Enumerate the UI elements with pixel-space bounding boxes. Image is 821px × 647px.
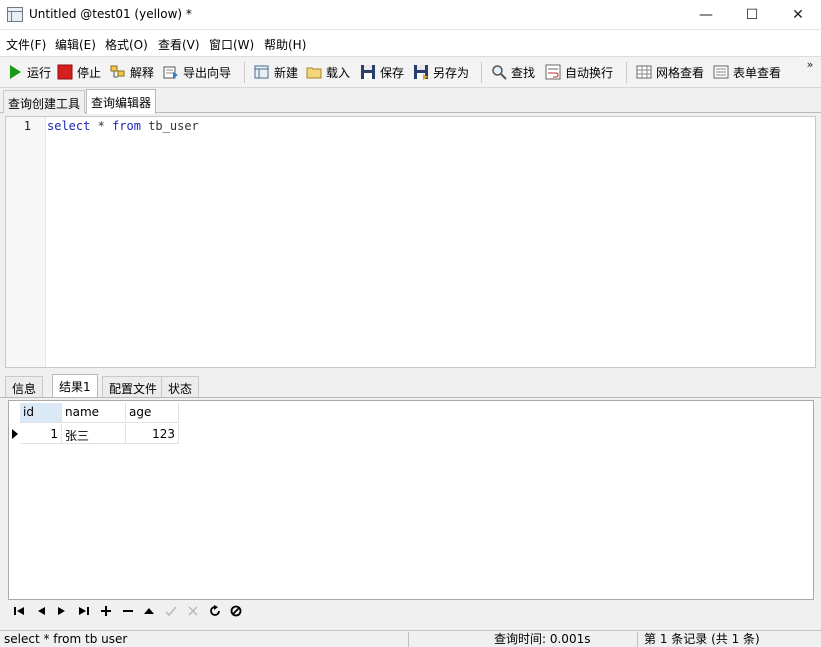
menu-help[interactable]: 帮助(H) [264,36,306,53]
grid-icon [636,64,652,80]
toolbar-separator [481,62,482,83]
keyword-select: select [47,119,91,133]
tab-query-builder[interactable]: 查询创建工具 [3,90,86,113]
status-bar: select * from tb user 查询时间: 0.001s 第 1 条… [0,630,821,647]
table-cell-id[interactable]: 1 [20,424,62,444]
word-wrap-icon [545,64,561,80]
grid-view-button[interactable]: 网格查看 [636,62,704,82]
editor-tab-strip: 查询创建工具 查询编辑器 [0,88,821,114]
export-icon [163,64,179,80]
window-title: Untitled @test01 (yellow) * [29,7,192,21]
refresh-icon[interactable] [206,602,224,620]
line-number: 1 [23,119,31,133]
toolbar-separator [244,62,245,83]
tab-profile[interactable]: 配置文件 [102,376,165,397]
close-button[interactable]: ✕ [775,0,821,30]
current-row-indicator-icon [12,429,18,439]
table-cell-age[interactable]: 123 [126,424,179,444]
run-button[interactable]: 运行 [7,62,51,82]
query-window-icon [7,7,23,22]
cancel-icon[interactable] [184,602,202,620]
status-record-info: 第 1 条记录 (共 1 条) [644,632,760,646]
title-bar: Untitled @test01 (yellow) * — ☐ ✕ [0,0,821,30]
form-view-button[interactable]: 表单查看 [713,62,781,82]
column-header-id[interactable]: id [20,403,62,423]
tab-status[interactable]: 状态 [161,376,200,397]
code-line: select * from tb_user [47,119,199,133]
toolbar-separator [626,62,627,83]
explain-button[interactable]: 解释 [110,62,154,82]
new-button[interactable]: 新建 [254,62,298,82]
next-record-icon[interactable] [53,602,71,620]
toolbar-overflow-button[interactable]: » [803,59,817,70]
menu-format[interactable]: 格式(O) [105,36,148,53]
form-icon [713,64,729,80]
explain-icon [110,64,126,80]
load-button[interactable]: 载入 [306,62,350,82]
code-table-name: tb_user [148,119,199,133]
status-separator [408,632,409,647]
status-query-time: 查询时间: 0.001s [494,632,591,646]
tab-query-editor[interactable]: 查询编辑器 [86,89,157,114]
commit-icon[interactable] [162,602,180,620]
keyword-from: from [112,119,141,133]
result-grid[interactable]: id name age 1 张三 123 [8,400,814,600]
code-star: * [97,119,105,133]
menu-bar: 文件(F) 编辑(E) 格式(O) 查看(V) 窗口(W) 帮助(H) [0,30,821,57]
save-as-button[interactable]: 另存为 [413,62,469,82]
sql-editor[interactable]: 1 select * from tb_user [5,116,816,368]
tab-result1[interactable]: 结果1 [52,374,98,398]
stop-icon[interactable] [227,602,245,620]
status-separator [637,632,638,647]
toolbar: 运行 停止 解释 导出向导 新建 载入 保存 另存为 查找 自动换行 网格查看 … [0,57,821,88]
first-record-icon[interactable] [10,602,28,620]
add-record-icon[interactable] [97,602,115,620]
save-as-icon [413,64,429,80]
status-query-text: select * from tb user [4,632,128,646]
tab-info[interactable]: 信息 [5,376,44,397]
word-wrap-button[interactable]: 自动换行 [545,62,613,82]
last-record-icon[interactable] [75,602,93,620]
magnifier-icon [491,64,507,80]
new-query-icon [254,64,270,80]
menu-file[interactable]: 文件(F) [6,36,46,53]
menu-view[interactable]: 查看(V) [158,36,200,53]
stop-button[interactable]: 停止 [57,62,101,82]
column-header-name[interactable]: name [62,403,126,423]
save-button[interactable]: 保存 [360,62,404,82]
prev-record-icon[interactable] [32,602,50,620]
find-button[interactable]: 查找 [491,62,535,82]
minimize-button[interactable]: — [683,0,729,30]
tab-baseline [0,397,821,398]
table-cell-name[interactable]: 张三 [62,424,126,444]
delete-record-icon[interactable] [119,602,137,620]
record-navigator [8,601,814,621]
floppy-icon [360,64,376,80]
line-number-gutter: 1 [6,117,46,367]
menu-edit[interactable]: 编辑(E) [55,36,96,53]
menu-window[interactable]: 窗口(W) [209,36,254,53]
folder-icon [306,64,322,80]
stop-icon [57,64,73,80]
results-panel: 信息 结果1 配置文件 状态 id name age 1 张三 123 [0,372,821,630]
export-wizard-button[interactable]: 导出向导 [163,62,231,82]
maximize-button[interactable]: ☐ [729,0,775,30]
run-icon [7,64,23,80]
column-header-age[interactable]: age [126,403,179,423]
apply-icon[interactable] [140,602,158,620]
